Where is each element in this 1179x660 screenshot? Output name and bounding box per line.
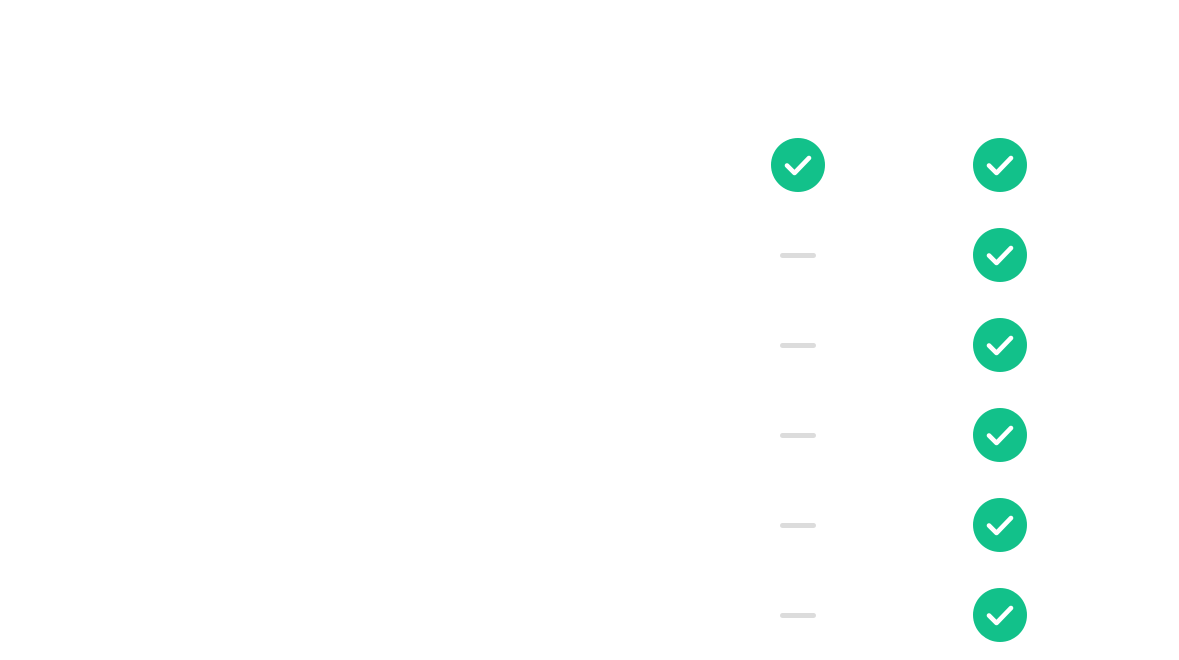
dash-icon (780, 432, 816, 438)
feature-comparison-table (0, 0, 1179, 660)
comparison-row (0, 570, 1179, 660)
plan-a-cell (738, 300, 858, 390)
check-icon (973, 588, 1027, 642)
plan-b-cell (940, 210, 1060, 300)
check-icon (973, 228, 1027, 282)
comparison-row (0, 210, 1179, 300)
dash-icon (780, 252, 816, 258)
dash-icon (780, 612, 816, 618)
plan-b-cell (940, 120, 1060, 210)
check-icon (973, 318, 1027, 372)
plan-a-cell (738, 390, 858, 480)
plan-a-cell (738, 570, 858, 660)
plan-b-cell (940, 570, 1060, 660)
check-icon (771, 138, 825, 192)
comparison-row (0, 120, 1179, 210)
comparison-row (0, 480, 1179, 570)
comparison-row (0, 390, 1179, 480)
plan-a-cell (738, 210, 858, 300)
check-icon (973, 498, 1027, 552)
dash-icon (780, 522, 816, 528)
check-icon (973, 138, 1027, 192)
check-icon (973, 408, 1027, 462)
dash-icon (780, 342, 816, 348)
plan-a-cell (738, 120, 858, 210)
plan-b-cell (940, 390, 1060, 480)
plan-b-cell (940, 480, 1060, 570)
plan-a-cell (738, 480, 858, 570)
comparison-row (0, 300, 1179, 390)
plan-b-cell (940, 300, 1060, 390)
